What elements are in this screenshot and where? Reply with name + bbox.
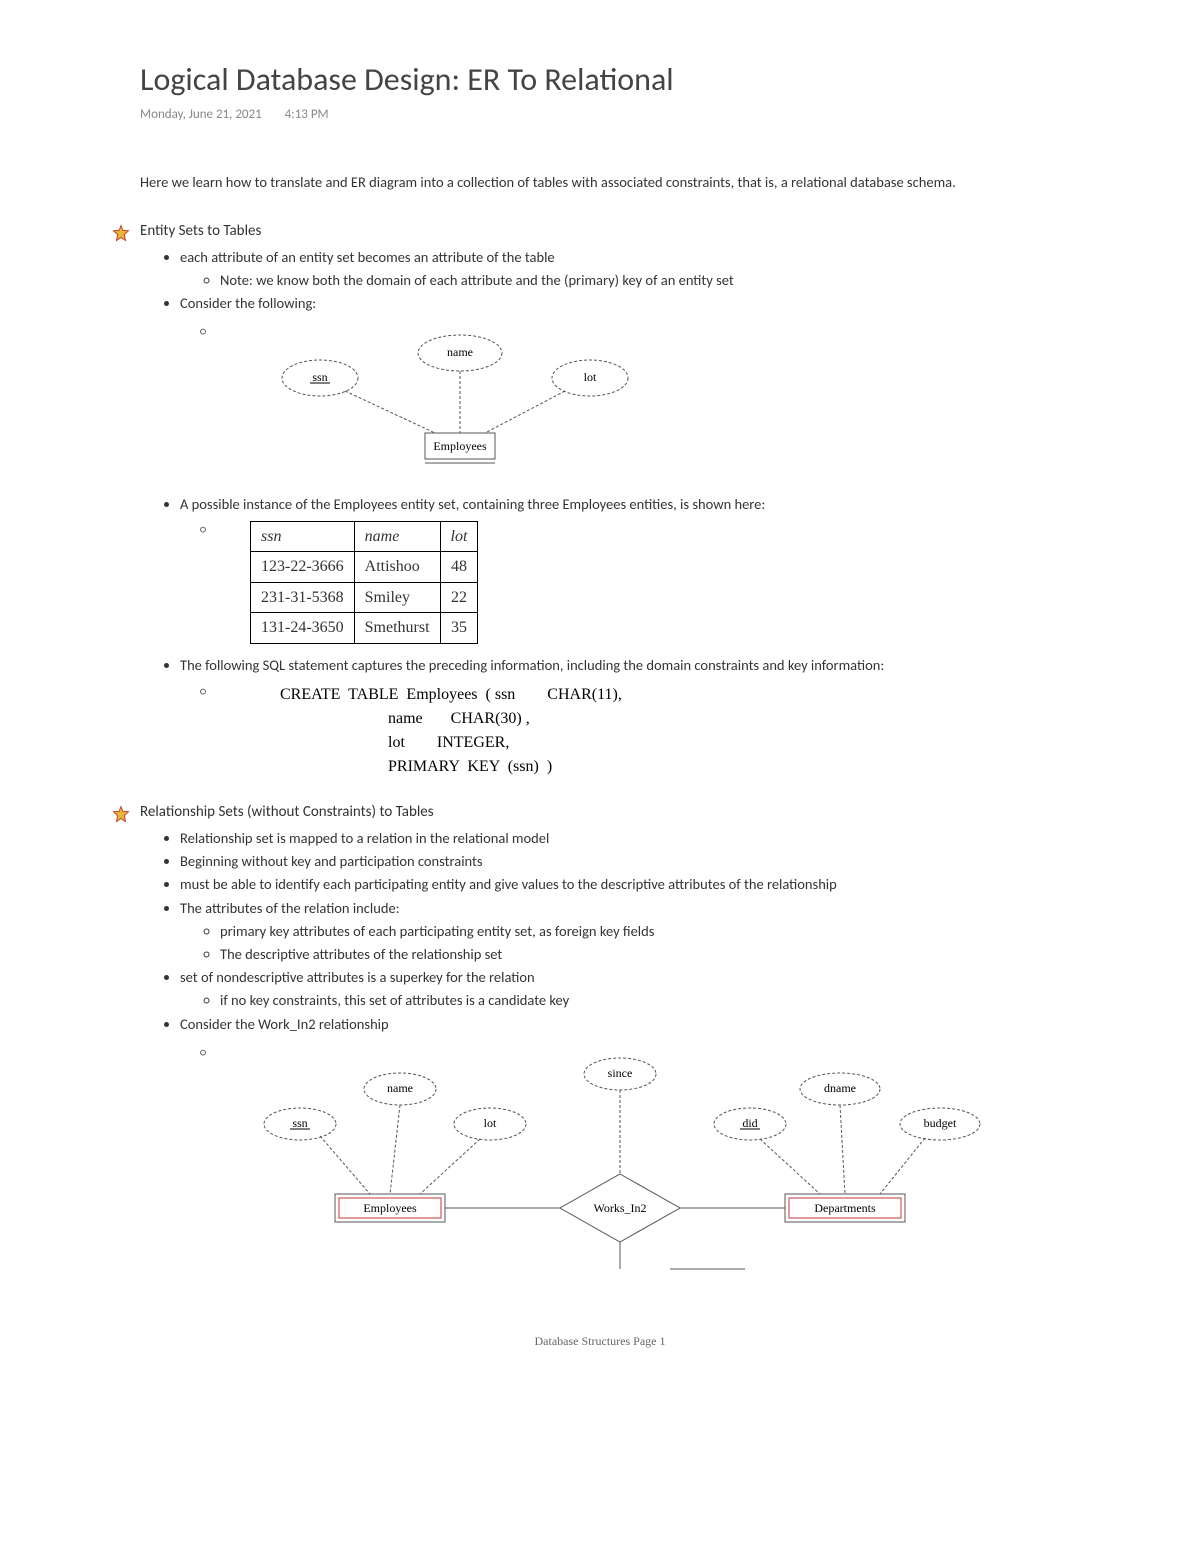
section-heading-relationship-sets: Relationship Sets (without Constraints) … — [140, 803, 1110, 821]
list-item: Consider the following: — [180, 292, 1110, 315]
sql-container: CREATE TABLE Employees ( ssn CHAR(11), n… — [220, 683, 1110, 779]
intro-paragraph: Here we learn how to translate and ER di… — [140, 172, 1110, 194]
list-item: Beginning without key and participation … — [180, 850, 1110, 873]
svg-text:did: did — [742, 1116, 757, 1130]
list-item: Relationship set is mapped to a relation… — [180, 827, 1110, 850]
table-row: 131-24-3650Smethurst35 — [251, 613, 478, 644]
list-item: The following SQL statement captures the… — [180, 654, 1110, 677]
meta-date: Monday, June 21, 2021 — [140, 107, 262, 122]
list-item: The attributes of the relation include: … — [180, 897, 1110, 967]
list-item: each attribute of an entity set becomes … — [180, 246, 1110, 292]
page-footer: Database Structures Page 1 — [0, 1334, 1200, 1349]
svg-text:Employees: Employees — [363, 1201, 417, 1215]
svg-text:Employees: Employees — [433, 439, 487, 453]
table-row: 123-22-3666Attishoo48 — [251, 552, 478, 583]
svg-text:dname: dname — [824, 1081, 856, 1095]
svg-text:name: name — [387, 1081, 413, 1095]
er-diagram-employees: ssn name lot Employees — [260, 323, 700, 483]
meta-time: 4:13 PM — [285, 107, 329, 122]
table-container: ssn name lot 123-22-3666Attishoo48 231-3… — [220, 521, 1110, 644]
list-item: Consider the Work_In2 relationship — [180, 1013, 1110, 1036]
list-item: Note: we know both the domain of each at… — [220, 269, 1110, 292]
sql-code: CREATE TABLE Employees ( ssn CHAR(11), n… — [280, 683, 1110, 779]
table-header: lot — [440, 521, 478, 552]
er-diagram-works-in2: ssn name lot since did dname budget Empl… — [240, 1044, 1000, 1274]
list-item: must be able to identify each participat… — [180, 873, 1110, 896]
svg-text:name: name — [447, 345, 473, 359]
svg-text:Departments: Departments — [814, 1201, 876, 1215]
svg-text:ssn: ssn — [292, 1116, 307, 1130]
table-header: name — [354, 521, 440, 552]
svg-text:lot: lot — [584, 370, 597, 384]
page-meta: Monday, June 21, 2021 4:13 PM — [140, 107, 1110, 122]
list-item: if no key constraints, this set of attri… — [220, 989, 1110, 1012]
star-icon — [112, 224, 130, 242]
svg-text:Works_In2: Works_In2 — [593, 1201, 646, 1215]
list-item: The descriptive attributes of the relati… — [220, 943, 1110, 966]
svg-text:since: since — [608, 1066, 633, 1080]
star-icon — [112, 805, 130, 823]
list-item: set of nondescriptive attributes is a su… — [180, 966, 1110, 1012]
list-item: primary key attributes of each participa… — [220, 920, 1110, 943]
diagram-container: ssn name lot Employees — [220, 323, 1110, 483]
svg-text:lot: lot — [484, 1116, 497, 1130]
section-heading-entity-sets: Entity Sets to Tables — [140, 222, 1110, 240]
page-title: Logical Database Design: ER To Relationa… — [140, 60, 1110, 99]
svg-text:ssn: ssn — [312, 370, 327, 384]
svg-text:budget: budget — [924, 1116, 957, 1130]
table-row: 231-31-5368Smiley22 — [251, 582, 478, 613]
diagram-container: ssn name lot since did dname budget Empl… — [220, 1044, 1110, 1274]
list-item: A possible instance of the Employees ent… — [180, 493, 1110, 516]
employees-table: ssn name lot 123-22-3666Attishoo48 231-3… — [250, 521, 478, 644]
table-header: ssn — [251, 521, 355, 552]
